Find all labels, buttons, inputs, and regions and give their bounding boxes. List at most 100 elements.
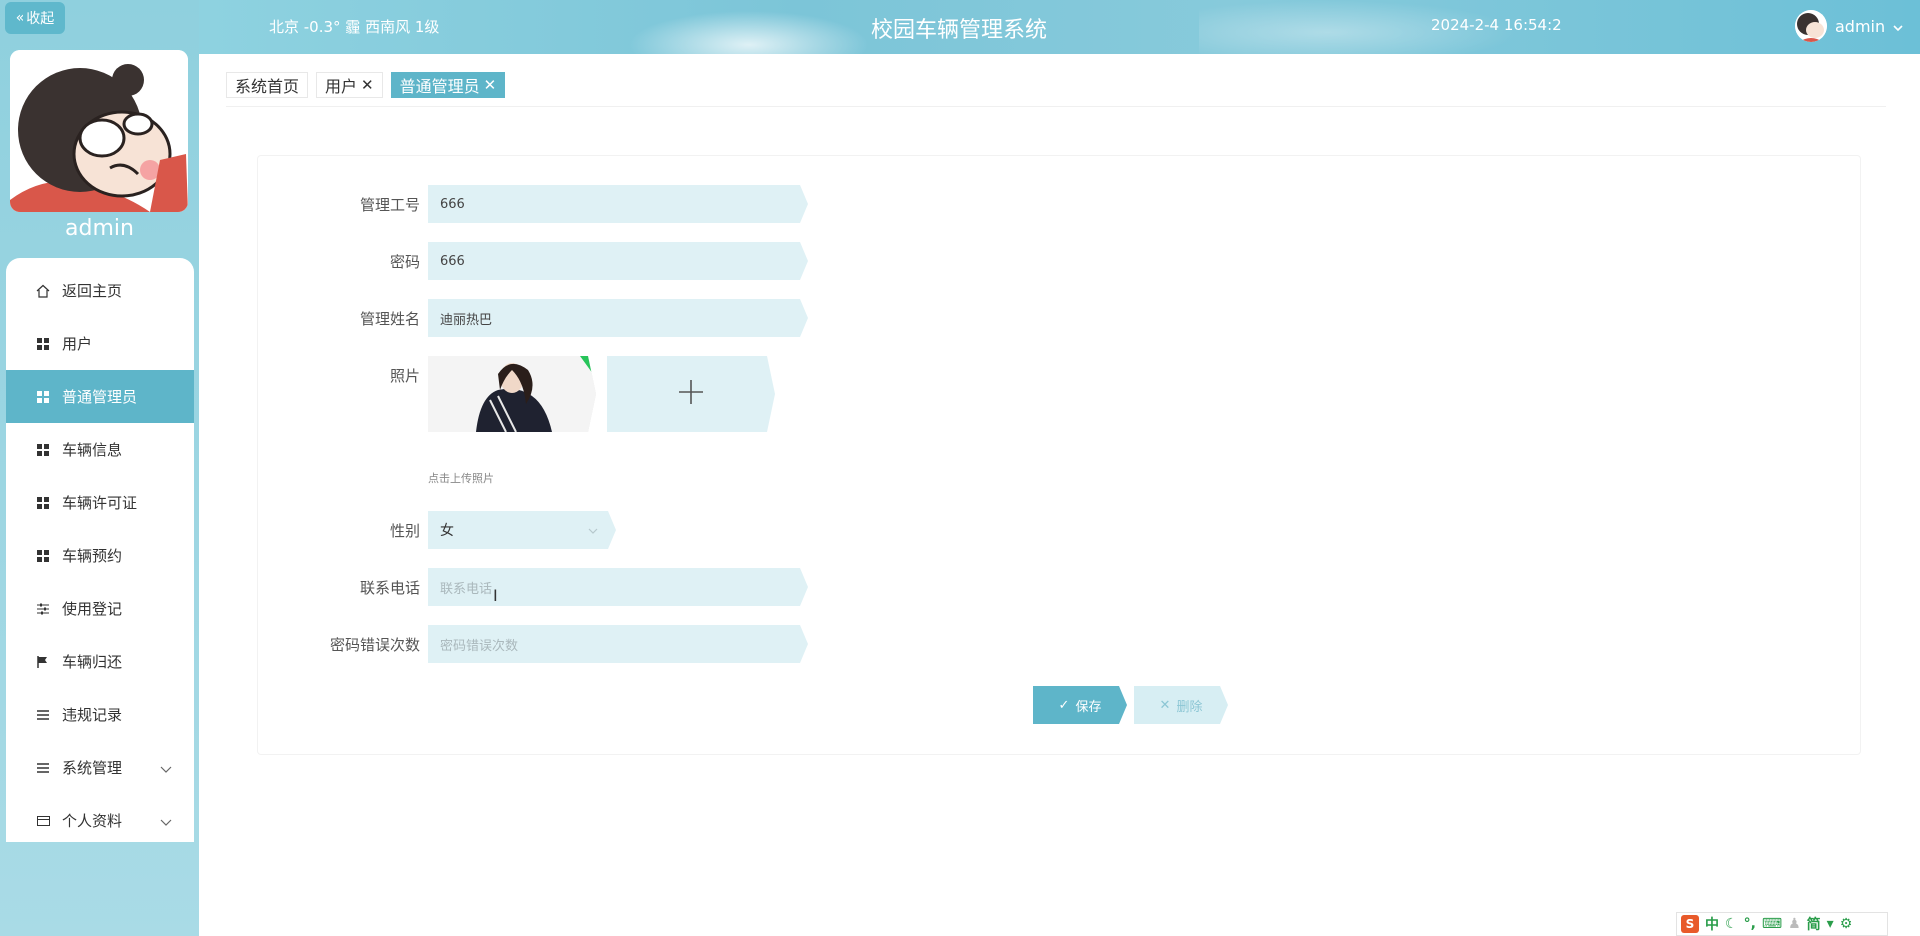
grid-icon bbox=[36, 443, 50, 457]
save-button[interactable]: ✓ 保存 bbox=[1033, 686, 1127, 724]
collapse-button[interactable]: « 收起 bbox=[5, 2, 65, 34]
admin-id-field[interactable]: 666 bbox=[428, 185, 808, 223]
sidebar-item-vehicle-info[interactable]: 车辆信息 bbox=[6, 423, 194, 476]
form-row-admin-name: 管理姓名 迪丽热巴 bbox=[258, 299, 858, 337]
tab-label: 系统首页 bbox=[235, 77, 300, 96]
sidebar-item-label: 车辆信息 bbox=[62, 441, 123, 459]
admin-name-field[interactable]: 迪丽热巴 bbox=[428, 299, 808, 337]
sliders-icon bbox=[36, 602, 50, 616]
sidebar-item-label: 系统管理 bbox=[62, 759, 123, 777]
shirt-icon[interactable]: ▾ bbox=[1827, 916, 1834, 932]
gender-label: 性别 bbox=[389, 522, 420, 540]
sidebar-item-home[interactable]: 返回主页 bbox=[6, 264, 194, 317]
close-icon[interactable]: ✕ bbox=[484, 76, 497, 94]
sidebar-item-label: 使用登记 bbox=[62, 600, 123, 618]
sidebar-item-label: 返回主页 bbox=[62, 282, 123, 300]
password-errors-label: 密码错误次数 bbox=[329, 636, 420, 654]
upload-photo-button[interactable] bbox=[607, 356, 775, 432]
form-row-admin-id: 管理工号 666 bbox=[258, 185, 858, 223]
moon-icon[interactable]: ☾ bbox=[1725, 916, 1738, 932]
sidebar: « 收起 admin 返回主页 用户 普通管理员 车辆信息 车辆许可证 车辆预约… bbox=[0, 0, 199, 936]
password-errors-field[interactable]: 密码错误次数 bbox=[428, 625, 808, 663]
form-row-password: 密码 666 bbox=[258, 242, 858, 280]
ime-simplified[interactable]: 简 bbox=[1807, 914, 1821, 934]
collapse-label: 收起 bbox=[26, 11, 55, 27]
form-row-photo: 照片 点击上传照片 bbox=[258, 356, 858, 486]
sidebar-item-label: 车辆归还 bbox=[62, 653, 123, 671]
user-icon[interactable]: ♟ bbox=[1788, 916, 1801, 932]
sidebar-item-system-management[interactable]: 系统管理 bbox=[6, 741, 194, 794]
top-header: 北京 -0.3° 霾 西南风 1级 校园车辆管理系统 2024-2-4 16:5… bbox=[199, 0, 1920, 54]
sidebar-item-label: 个人资料 bbox=[62, 812, 123, 830]
chevron-down-icon bbox=[1893, 17, 1903, 36]
sogou-logo-icon: S bbox=[1681, 915, 1699, 933]
uploaded-photo-image bbox=[428, 356, 596, 432]
sidebar-item-vehicle-booking[interactable]: 车辆预约 bbox=[6, 529, 194, 582]
photo-label: 照片 bbox=[389, 367, 420, 385]
flag-icon bbox=[36, 655, 50, 669]
tab-home[interactable]: 系统首页 bbox=[226, 72, 309, 98]
sidebar-item-label: 车辆预约 bbox=[62, 547, 123, 565]
tab-bar: 系统首页 用户 ✕ 普通管理员 ✕ bbox=[226, 72, 506, 98]
chevron-down-icon bbox=[160, 760, 172, 778]
close-icon[interactable]: ✕ bbox=[361, 76, 374, 94]
password-field[interactable]: 666 bbox=[428, 242, 808, 280]
text-cursor-icon: Ι bbox=[493, 586, 498, 605]
ime-toolbar[interactable]: S 中 ☾ °, ⌨ ♟ 简 ▾ ⚙ bbox=[1676, 912, 1888, 936]
phone-field[interactable]: 联系电话 bbox=[428, 568, 808, 606]
datetime: 2024-2-4 16:54:2 bbox=[1431, 16, 1562, 34]
tab-users[interactable]: 用户 ✕ bbox=[316, 72, 383, 98]
grid-icon bbox=[36, 496, 50, 510]
double-chevron-left-icon: « bbox=[15, 10, 25, 26]
gear-icon[interactable]: ⚙ bbox=[1840, 916, 1853, 932]
sidebar-item-vehicle-permit[interactable]: 车辆许可证 bbox=[6, 476, 194, 529]
sidebar-item-vehicle-return[interactable]: 车辆归还 bbox=[6, 635, 194, 688]
admin-edit-form: 管理工号 666 密码 666 管理姓名 迪丽热巴 照片 点击上传照片 性别 女… bbox=[257, 155, 1861, 755]
sidebar-item-users[interactable]: 用户 bbox=[6, 317, 194, 370]
keyboard-icon[interactable]: ⌨ bbox=[1762, 916, 1782, 932]
sidebar-item-profile[interactable]: 个人资料 bbox=[6, 794, 194, 847]
chevron-down-icon bbox=[588, 523, 598, 539]
sidebar-item-label: 违规记录 bbox=[62, 706, 123, 724]
save-label: 保存 bbox=[1075, 699, 1102, 715]
avatar bbox=[10, 50, 188, 212]
grid-icon bbox=[36, 390, 50, 404]
sidebar-item-usage-registration[interactable]: 使用登记 bbox=[6, 582, 194, 635]
phone-label: 联系电话 bbox=[359, 579, 420, 597]
password-label: 密码 bbox=[389, 253, 420, 271]
chevron-down-icon bbox=[160, 813, 172, 831]
grid-icon bbox=[36, 337, 50, 351]
delete-button[interactable]: ✕ 删除 bbox=[1134, 686, 1228, 724]
tab-admins[interactable]: 普通管理员 ✕ bbox=[390, 72, 506, 98]
upload-hint: 点击上传照片 bbox=[428, 472, 494, 485]
admin-name-label: 管理姓名 bbox=[359, 310, 420, 328]
divider bbox=[226, 106, 1886, 107]
avatar bbox=[1795, 10, 1827, 42]
ime-mode[interactable]: 中 bbox=[1705, 914, 1719, 934]
tab-label: 用户 bbox=[325, 77, 358, 96]
photo-thumbnail[interactable] bbox=[428, 356, 596, 432]
admin-id-label: 管理工号 bbox=[359, 196, 420, 214]
user-menu[interactable]: admin bbox=[1795, 10, 1903, 42]
header-username: admin bbox=[1835, 16, 1886, 36]
delete-label: 删除 bbox=[1176, 699, 1203, 715]
grid-icon bbox=[36, 549, 50, 563]
sidebar-item-label: 用户 bbox=[62, 335, 93, 353]
plus-icon bbox=[678, 379, 704, 409]
home-icon bbox=[36, 284, 50, 298]
gender-select[interactable]: 女 bbox=[428, 511, 616, 549]
sidebar-username: admin bbox=[65, 216, 134, 241]
cartoon-avatar-image bbox=[10, 50, 188, 212]
list-icon bbox=[36, 761, 50, 775]
sidebar-item-admins[interactable]: 普通管理员 bbox=[6, 370, 194, 423]
sidebar-item-label: 车辆许可证 bbox=[62, 494, 138, 512]
list-icon bbox=[36, 708, 50, 722]
sidebar-menu: 返回主页 用户 普通管理员 车辆信息 车辆许可证 车辆预约 使用登记 车辆归还 … bbox=[6, 258, 194, 842]
form-row-password-errors: 密码错误次数 密码错误次数 bbox=[258, 625, 858, 663]
sidebar-item-violations[interactable]: 违规记录 bbox=[6, 688, 194, 741]
card-icon bbox=[36, 814, 50, 828]
gender-selected-value: 女 bbox=[440, 523, 454, 539]
close-icon: ✕ bbox=[1159, 697, 1171, 713]
form-row-gender: 性别 女 bbox=[258, 511, 858, 549]
punctuation-icon[interactable]: °, bbox=[1744, 916, 1756, 932]
